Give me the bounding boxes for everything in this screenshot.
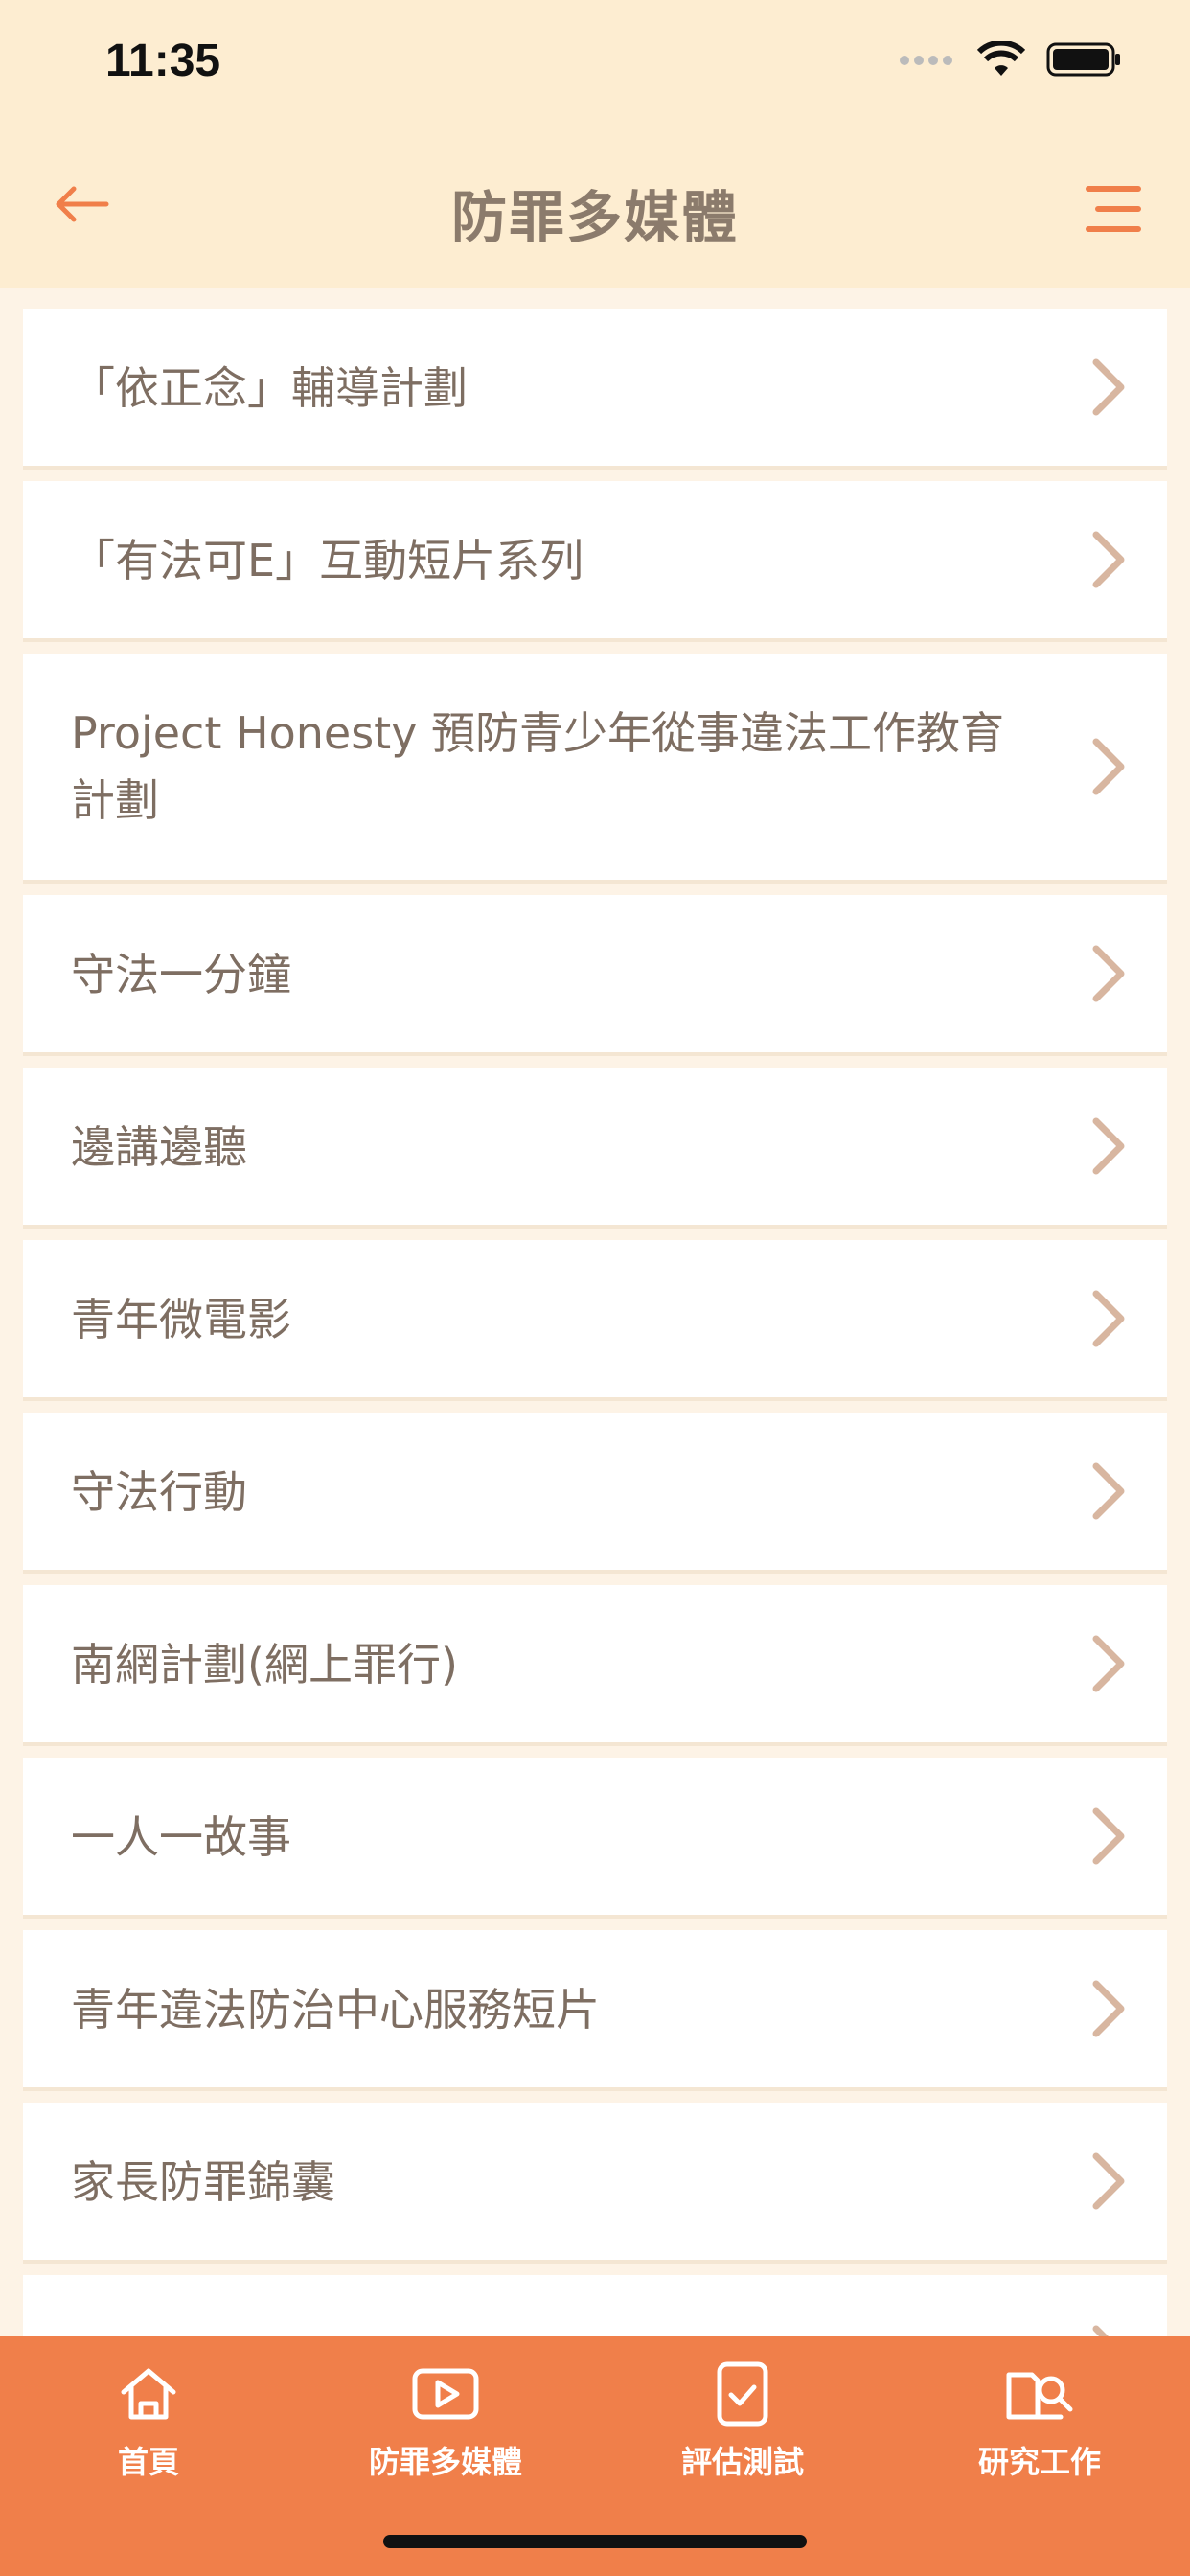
list-item[interactable]: 家長防罪錦囊: [23, 2103, 1167, 2264]
program-list: 「依正念」輔導計劃 「有法可E」互動短片系列 Project Honesty 預…: [23, 309, 1167, 2448]
tab-label: 防罪多媒體: [368, 2444, 522, 2480]
signal-icon: [899, 53, 956, 71]
tab-label: 評估測試: [680, 2444, 804, 2480]
list-item-label: Project Honesty 預防青少年從事違法工作教育計劃: [71, 707, 1005, 826]
list-item[interactable]: 青年微電影: [23, 1240, 1167, 1401]
chevron-right-icon: [1085, 1978, 1131, 2039]
home-indicator: [383, 2535, 807, 2548]
list-item-label: 家長防罪錦囊: [71, 2156, 335, 2208]
list-item[interactable]: 「依正念」輔導計劃: [23, 309, 1167, 470]
status-icons: [899, 39, 1123, 82]
wifi-icon: [976, 39, 1026, 81]
list-item[interactable]: 守法行動: [23, 1413, 1167, 1574]
tab-media[interactable]: 防罪多媒體: [302, 2356, 589, 2499]
chevron-right-icon: [1085, 736, 1131, 797]
tab-research[interactable]: 研究工作: [896, 2356, 1183, 2499]
list-item[interactable]: Project Honesty 預防青少年從事違法工作教育計劃: [23, 654, 1167, 884]
list-item-label: 一人一故事: [71, 1811, 291, 1863]
list-item[interactable]: 守法一分鐘: [23, 895, 1167, 1056]
clipboard-check-icon: [599, 2356, 886, 2432]
list-item-label: 守法一分鐘: [71, 949, 291, 1000]
list-item-label: 青年違法防治中心服務短片: [71, 1984, 600, 2036]
chevron-right-icon: [1085, 1806, 1131, 1867]
tab-home[interactable]: 首頁: [5, 2356, 292, 2499]
tab-label: 研究工作: [977, 2444, 1101, 2480]
list-item-label: 邊講邊聽: [71, 1121, 247, 1173]
home-icon: [5, 2356, 292, 2432]
book-search-icon: [896, 2356, 1183, 2432]
chevron-right-icon: [1085, 529, 1131, 590]
chevron-right-icon: [1085, 1288, 1131, 1349]
list-item[interactable]: 一人一故事: [23, 1758, 1167, 1919]
list-item[interactable]: 「有法可E」互動短片系列: [23, 481, 1167, 642]
chevron-right-icon: [1085, 1633, 1131, 1694]
menu-icon: [1085, 183, 1142, 239]
chevron-right-icon: [1085, 356, 1131, 418]
list-item-label: 守法行動: [71, 1466, 247, 1518]
chevron-right-icon: [1085, 1116, 1131, 1177]
chevron-right-icon: [1085, 943, 1131, 1004]
list-item-label: 南網計劃(網上罪行): [71, 1639, 458, 1690]
list-item-label: 青年微電影: [71, 1294, 291, 1346]
status-time: 11:35: [105, 35, 221, 86]
video-icon: [302, 2356, 589, 2432]
chevron-right-icon: [1085, 1460, 1131, 1522]
battery-icon: [1046, 40, 1123, 82]
list-item-label: 「依正念」輔導計劃: [71, 362, 468, 414]
tab-bar: 首頁 防罪多媒體 評估測試 研究工作: [0, 2336, 1190, 2576]
chevron-right-icon: [1085, 2150, 1131, 2212]
menu-button[interactable]: [1075, 172, 1152, 249]
tab-label: 首頁: [117, 2444, 179, 2480]
header: 防罪多媒體: [0, 134, 1190, 288]
list-item[interactable]: 南網計劃(網上罪行): [23, 1585, 1167, 1746]
page-title: 防罪多媒體: [450, 185, 739, 250]
status-bar: 11:35: [0, 0, 1190, 134]
list-item-label: 「有法可E」互動短片系列: [71, 535, 584, 586]
list-item[interactable]: 邊講邊聽: [23, 1068, 1167, 1229]
tab-assessment[interactable]: 評估測試: [599, 2356, 886, 2499]
list-item[interactable]: 青年違法防治中心服務短片: [23, 1930, 1167, 2091]
